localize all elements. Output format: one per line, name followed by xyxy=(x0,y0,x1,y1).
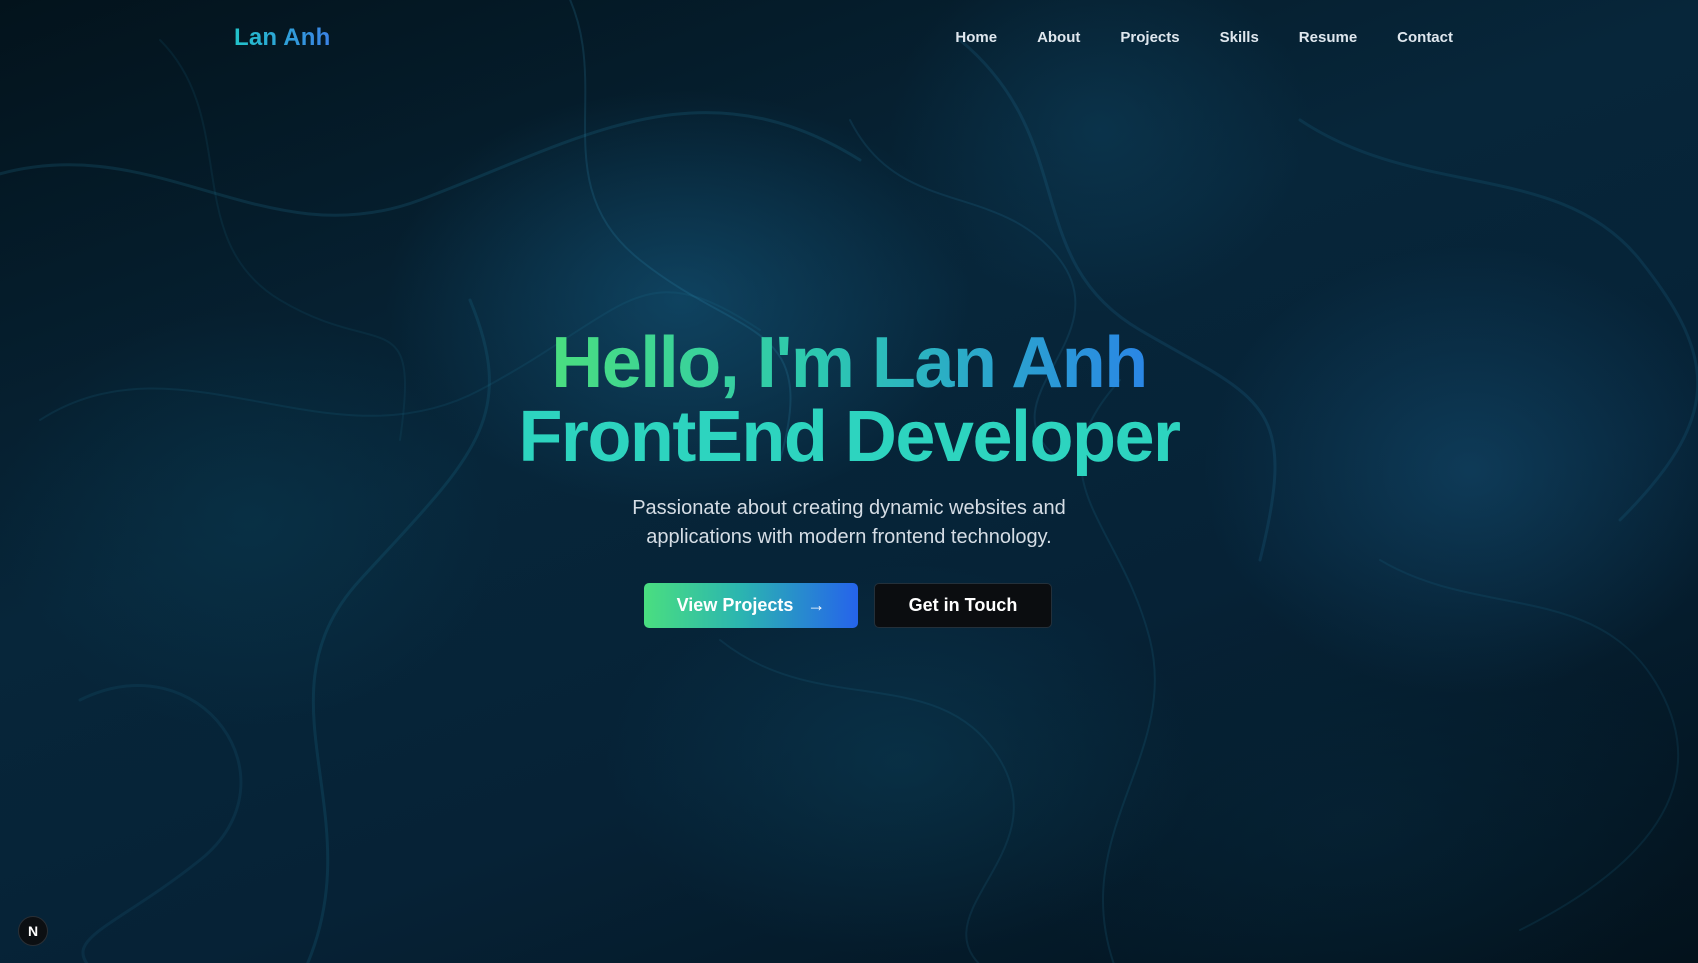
get-in-touch-button[interactable]: Get in Touch xyxy=(874,583,1052,628)
view-projects-button[interactable]: View Projects → xyxy=(644,583,858,628)
nav-item-projects[interactable]: Projects xyxy=(1100,29,1199,46)
page: Lan Anh Home About Projects Skills Resum… xyxy=(0,0,1698,963)
hero-greeting: Hello, I'm Lan Anh xyxy=(551,323,1148,403)
site-header: Lan Anh Home About Projects Skills Resum… xyxy=(0,0,1698,78)
hero-role: FrontEnd Developer xyxy=(518,397,1181,477)
nav-item-about[interactable]: About xyxy=(1017,29,1100,46)
main-nav: Home About Projects Skills Resume Contac… xyxy=(935,29,1453,46)
nav-item-resume[interactable]: Resume xyxy=(1279,29,1377,46)
nextjs-logo-icon[interactable]: N xyxy=(18,916,48,946)
arrow-right-icon: → xyxy=(807,595,826,615)
nav-item-home[interactable]: Home xyxy=(935,29,1017,46)
nav-item-skills[interactable]: Skills xyxy=(1200,29,1279,46)
hero-heading: Hello, I'm Lan Anh FrontEnd Developer xyxy=(0,326,1698,474)
hero-buttons: View Projects → Get in Touch xyxy=(0,583,1698,628)
nav-item-contact[interactable]: Contact xyxy=(1377,29,1453,46)
hero-section: Hello, I'm Lan Anh FrontEnd Developer Pa… xyxy=(0,326,1698,628)
site-logo[interactable]: Lan Anh xyxy=(234,24,331,52)
view-projects-label: View Projects xyxy=(676,595,794,615)
hero-subtitle: Passionate about creating dynamic websit… xyxy=(632,497,1066,548)
